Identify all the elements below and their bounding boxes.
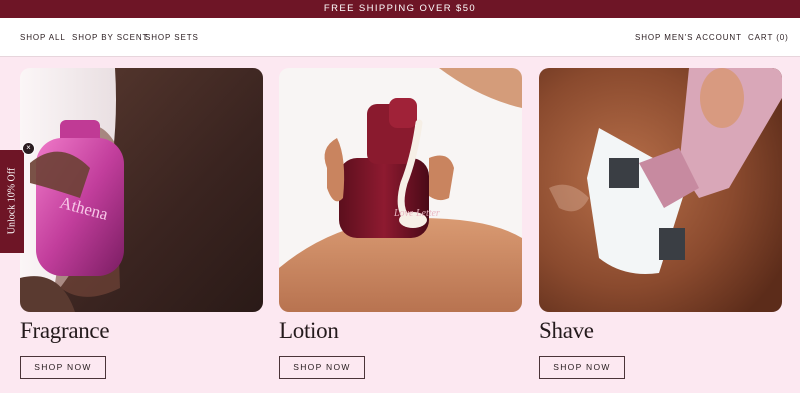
shave-title: Shave xyxy=(539,318,594,343)
nav-shop-sets[interactable]: SHOP SETS xyxy=(145,18,199,57)
bottle-label: Love Letter xyxy=(393,208,440,219)
discount-tab[interactable]: Unlock 10% Off xyxy=(0,150,24,253)
fragrance-title: Fragrance xyxy=(20,318,110,343)
promo-banner: FREE SHIPPING OVER $50 xyxy=(0,0,800,18)
nav-cart[interactable]: CART (0) xyxy=(748,18,789,57)
main-nav: SHOP ALL SHOP BY SCENT SHOP SETS SHOP ME… xyxy=(0,18,800,57)
lotion-image[interactable]: Love Letter xyxy=(279,68,522,312)
shave-image[interactable] xyxy=(539,68,782,312)
nav-shop-all[interactable]: SHOP ALL xyxy=(20,18,66,57)
close-icon[interactable]: × xyxy=(22,142,35,155)
lotion-title: Lotion xyxy=(279,318,339,343)
nav-shop-mens[interactable]: SHOP MEN'S xyxy=(635,18,693,57)
nav-shop-by-scent[interactable]: SHOP BY SCENT xyxy=(72,18,148,57)
fragrance-image[interactable]: Athena xyxy=(20,68,263,312)
shop-lotion-button[interactable]: SHOP NOW xyxy=(279,356,365,379)
nav-account[interactable]: ACCOUNT xyxy=(696,18,742,57)
shop-shave-button[interactable]: SHOP NOW xyxy=(539,356,625,379)
discount-label: Unlock 10% Off xyxy=(6,167,18,235)
shop-fragrance-button[interactable]: SHOP NOW xyxy=(20,356,106,379)
